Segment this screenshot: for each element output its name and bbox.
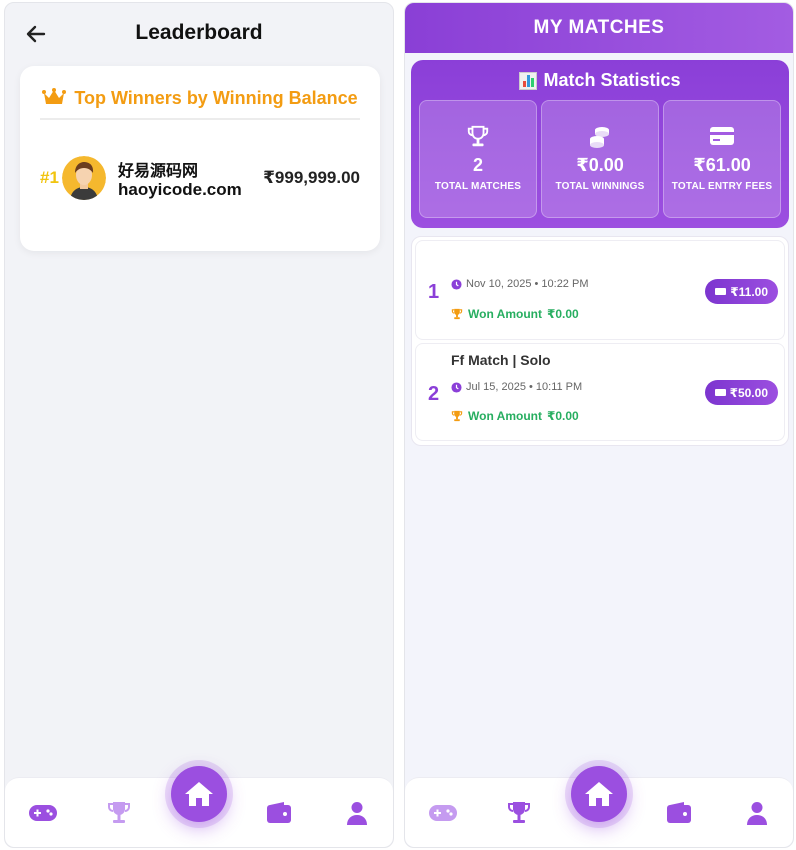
nav-profile[interactable] bbox=[341, 798, 373, 828]
stat-total-matches: 2 TOTAL MATCHES bbox=[419, 100, 537, 218]
nav-home[interactable] bbox=[571, 766, 627, 822]
top-winners-header: Top Winners by Winning Balance bbox=[40, 84, 360, 120]
bar-chart-icon bbox=[519, 71, 538, 90]
match-date: Jul 15, 2025 • 10:11 PM bbox=[451, 381, 582, 393]
user-avatar-icon bbox=[62, 156, 106, 200]
section-title: Top Winners by Winning Balance bbox=[74, 88, 358, 108]
trophy-icon bbox=[451, 308, 463, 320]
winner-name: 好易源码网 bbox=[118, 163, 199, 180]
entry-fee-badge: ₹11.00 bbox=[705, 279, 778, 304]
clock-icon bbox=[451, 381, 462, 393]
won-label: Won Amount bbox=[468, 307, 542, 321]
trophy-icon bbox=[467, 125, 489, 147]
won-value: ₹0.00 bbox=[546, 307, 579, 321]
home-icon bbox=[585, 782, 613, 806]
stat-label: TOTAL MATCHES bbox=[434, 181, 522, 192]
winner-site: haoyicode.com bbox=[118, 180, 242, 199]
list-item[interactable]: Ff Match | Solo 2 Jul 15, 2025 • 10:11 P… bbox=[415, 343, 785, 441]
stat-total-entry-fees: ₹61.00 TOTAL ENTRY FEES bbox=[663, 100, 781, 218]
credit-card-icon bbox=[710, 127, 734, 145]
nav-home[interactable] bbox=[171, 766, 227, 822]
nav-wallet[interactable] bbox=[663, 798, 695, 828]
match-statistics-card: Match Statistics 2 TOTAL MATCHES ₹0.00 T… bbox=[411, 60, 789, 228]
entry-fee-badge: ₹50.00 bbox=[704, 380, 778, 405]
entry-fee-text: ₹11.00 bbox=[730, 284, 768, 299]
leaderboard-header: Leaderboard bbox=[5, 3, 393, 61]
top-winners-card: Top Winners by Winning Balance #1 好易源码网 … bbox=[20, 66, 380, 251]
home-icon bbox=[185, 782, 213, 806]
won-label: Won Amount bbox=[468, 409, 542, 423]
nav-games[interactable] bbox=[427, 798, 459, 828]
wallet-icon bbox=[267, 802, 291, 823]
bottom-nav bbox=[405, 766, 793, 847]
match-won-amount: Won Amount ₹0.00 bbox=[451, 307, 579, 321]
crown-icon bbox=[42, 88, 67, 104]
my-matches-screen: MY MATCHES Match Statistics 2 TOTAL MATC… bbox=[404, 2, 794, 848]
entry-fee-text: ₹50.00 bbox=[729, 385, 768, 400]
page-title: MY MATCHES bbox=[533, 17, 665, 38]
nav-profile[interactable] bbox=[741, 798, 773, 828]
stat-value: ₹61.00 bbox=[693, 155, 751, 175]
clock-icon bbox=[451, 278, 462, 290]
stat-label: TOTAL WINNINGS bbox=[555, 181, 645, 192]
match-won-amount: Won Amount ₹0.00 bbox=[451, 409, 579, 423]
matches-list: 1 Nov 10, 2025 • 10:22 PM Won Amount ₹0.… bbox=[411, 236, 789, 446]
match-index: 2 bbox=[428, 383, 440, 405]
user-icon bbox=[747, 802, 767, 825]
page-title: Leaderboard bbox=[135, 21, 263, 44]
stats-title-text: Match Statistics bbox=[543, 70, 681, 90]
leaderboard-screen: Leaderboard Top Winners by Winning Balan… bbox=[4, 2, 394, 848]
ticket-icon bbox=[714, 389, 726, 396]
avatar bbox=[62, 156, 106, 200]
my-matches-header: MY MATCHES bbox=[405, 3, 793, 53]
won-value: ₹0.00 bbox=[546, 409, 579, 423]
stat-label: TOTAL ENTRY FEES bbox=[671, 181, 773, 192]
match-date-text: Nov 10, 2025 • 10:22 PM bbox=[466, 278, 589, 290]
stat-value: ₹0.00 bbox=[576, 155, 624, 175]
stat-value: 2 bbox=[472, 155, 483, 175]
coins-icon bbox=[590, 127, 609, 148]
list-item[interactable]: 1 Nov 10, 2025 • 10:22 PM Won Amount ₹0.… bbox=[415, 240, 785, 340]
gamepad-icon bbox=[29, 805, 57, 821]
trophy-icon bbox=[508, 802, 530, 823]
ticket-icon bbox=[715, 288, 727, 295]
stat-total-winnings: ₹0.00 TOTAL WINNINGS bbox=[541, 100, 659, 218]
gamepad-icon bbox=[429, 805, 457, 821]
winner-balance: ₹999,999.00 bbox=[263, 168, 360, 187]
stats-title: Match Statistics bbox=[411, 70, 789, 91]
winner-row[interactable]: #1 好易源码网 haoyicode.com ₹999,999.00 bbox=[40, 154, 360, 202]
nav-leaderboard[interactable] bbox=[503, 798, 535, 828]
user-icon bbox=[347, 802, 367, 825]
match-title: Ff Match | Solo bbox=[451, 352, 551, 368]
wallet-icon bbox=[667, 802, 691, 823]
nav-wallet[interactable] bbox=[263, 798, 295, 828]
match-date: Nov 10, 2025 • 10:22 PM bbox=[451, 278, 588, 290]
trophy-icon bbox=[451, 410, 463, 422]
match-date-text: Jul 15, 2025 • 10:11 PM bbox=[466, 381, 583, 393]
match-index: 1 bbox=[428, 281, 440, 303]
bottom-nav bbox=[5, 766, 393, 847]
trophy-icon bbox=[108, 802, 130, 823]
nav-games[interactable] bbox=[27, 798, 59, 828]
nav-leaderboard[interactable] bbox=[103, 798, 135, 828]
winner-rank: #1 bbox=[40, 168, 59, 187]
